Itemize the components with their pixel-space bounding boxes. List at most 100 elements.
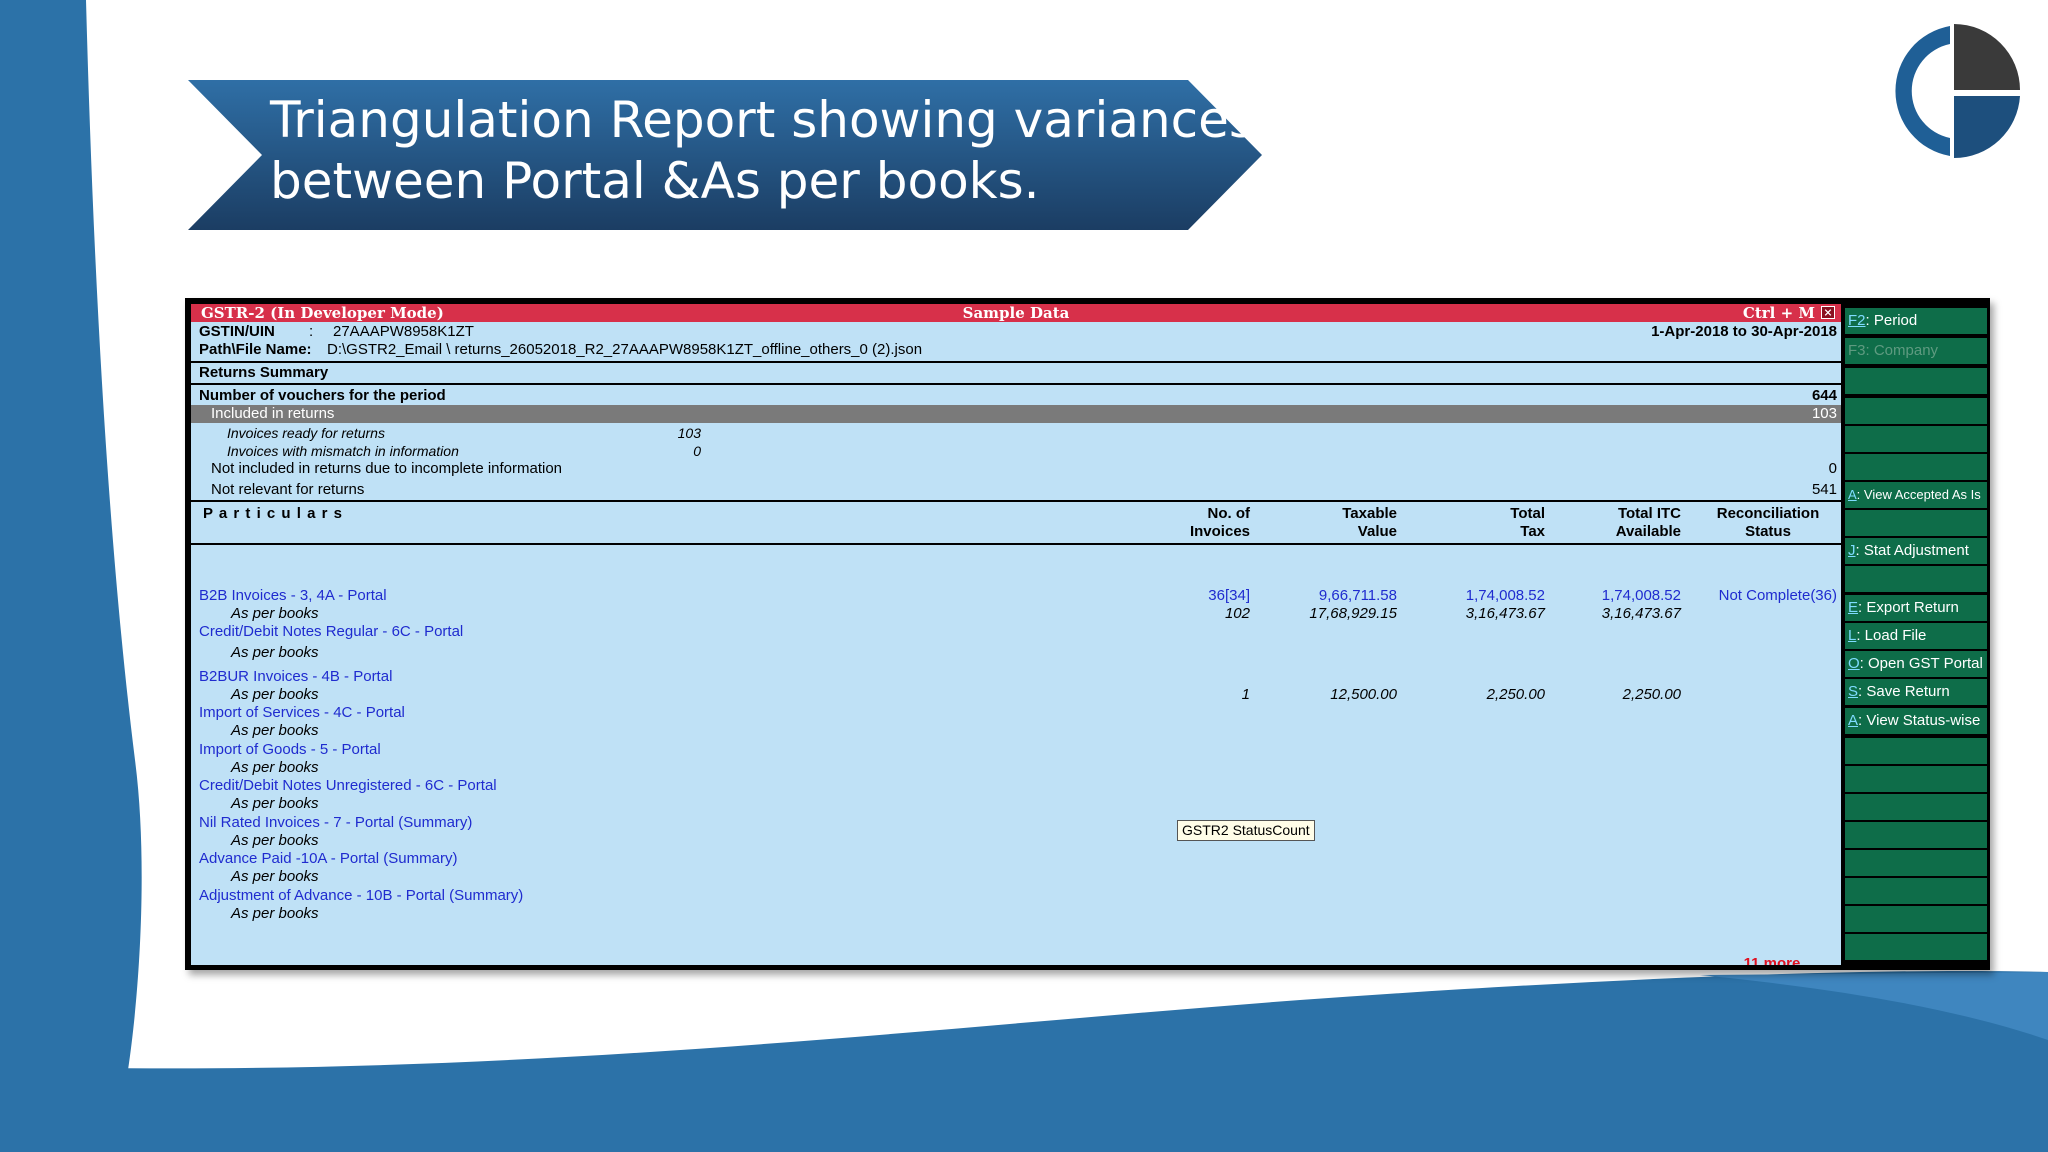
- load-file-button-label: : Load File: [1856, 627, 1927, 644]
- close-icon[interactable]: ×: [1821, 306, 1835, 319]
- vouchers-label[interactable]: Number of vouchers for the period: [199, 387, 446, 405]
- stat-adjustment-button-key: J: [1848, 542, 1856, 559]
- company-logo: [1895, 24, 2020, 158]
- empty-button: [1845, 934, 1987, 960]
- row-label[interactable]: As per books: [231, 644, 319, 662]
- view-accepted-button-key: A: [1848, 487, 1857, 502]
- report-panel: Sample Data GSTR-2 (In Developer Mode) C…: [191, 304, 1841, 965]
- load-file-button[interactable]: L: Load File: [1845, 623, 1987, 649]
- col-header-status: Reconciliation: [1716, 505, 1820, 522]
- view-accepted-button-label: : View Accepted As Is: [1856, 487, 1981, 502]
- cell-invoices: 1: [1241, 686, 1250, 703]
- slide-title-line-2: between Portal &As per books.: [270, 152, 1040, 210]
- row-label[interactable]: As per books: [231, 795, 319, 813]
- gstin-colon: :: [309, 323, 314, 340]
- empty-button: [1845, 850, 1987, 876]
- title-banner: Triangulation Report showing variances b…: [188, 80, 1262, 230]
- ready-value: 103: [677, 425, 701, 441]
- period-button-key: F2: [1848, 312, 1866, 329]
- cell-taxable: 17,68,929.15: [1309, 605, 1397, 622]
- company-button[interactable]: F3: Company: [1845, 338, 1987, 364]
- empty-button: [1845, 454, 1987, 480]
- cell-status: Not Complete(36): [1718, 587, 1837, 604]
- col-header-itc: Total ITC: [1617, 505, 1681, 522]
- empty-button: [1845, 794, 1987, 820]
- col-header-taxable: Taxable: [1342, 505, 1397, 522]
- empty-button: [1845, 738, 1987, 764]
- view-status-button[interactable]: A: View Status-wise: [1845, 708, 1987, 734]
- export-return-button-label: : Export Return: [1858, 599, 1959, 616]
- row-label[interactable]: As per books: [231, 759, 319, 777]
- not-relevant-value: 541: [1811, 481, 1837, 498]
- cell-invoices: 36[34]: [1208, 587, 1250, 604]
- company-button-label: : Company: [1865, 342, 1939, 359]
- window-titlebar: Sample Data GSTR-2 (In Developer Mode) C…: [191, 304, 1841, 322]
- row-label[interactable]: As per books: [231, 905, 319, 923]
- save-return-button-key: S: [1848, 683, 1859, 700]
- empty-button: [1845, 878, 1987, 904]
- row-label[interactable]: Credit/Debit Notes Regular - 6C - Portal: [199, 623, 463, 641]
- row-label[interactable]: Import of Services - 4C - Portal: [199, 704, 405, 722]
- divider: [191, 500, 1841, 502]
- mismatch-label[interactable]: Invoices with mismatch in information: [227, 442, 459, 460]
- row-label[interactable]: Credit/Debit Notes Unregistered - 6C - P…: [199, 777, 497, 795]
- row-label[interactable]: Import of Goods - 5 - Portal: [199, 741, 381, 759]
- empty-button: [1845, 906, 1987, 932]
- empty-button: [1845, 510, 1987, 536]
- row-label[interactable]: Adjustment of Advance - 10B - Portal (Su…: [199, 887, 523, 905]
- gstr2-report-window: Sample Data GSTR-2 (In Developer Mode) C…: [185, 298, 1990, 970]
- row-label[interactable]: B2B Invoices - 3, 4A - Portal: [199, 587, 387, 605]
- stat-adjustment-button-label: : Stat Adjustment: [1855, 542, 1969, 559]
- open-gst-portal-button[interactable]: O: Open GST Portal: [1845, 651, 1987, 677]
- export-return-button[interactable]: E: Export Return: [1845, 595, 1987, 621]
- cell-invoices: 102: [1224, 605, 1250, 622]
- mismatch-value: 0: [693, 443, 701, 459]
- view-status-button-key: A: [1848, 712, 1859, 729]
- open-gst-portal-button-label: : Open GST Portal: [1859, 655, 1983, 672]
- empty-button: [1845, 368, 1987, 394]
- path-label: Path\File Name:: [199, 341, 312, 358]
- not-included-label[interactable]: Not included in returns due to incomplet…: [211, 460, 562, 478]
- cell-itc: 1,74,008.52: [1601, 587, 1681, 604]
- selected-row-included[interactable]: Included in returns 103: [191, 405, 1841, 423]
- empty-button: [1845, 566, 1987, 592]
- window-title: GSTR-2 (In Developer Mode): [201, 304, 444, 322]
- period-button[interactable]: F2: Period: [1845, 308, 1987, 334]
- not-relevant-label[interactable]: Not relevant for returns: [211, 481, 364, 499]
- divider: [191, 543, 1841, 545]
- period-button-label: : Period: [1865, 312, 1918, 329]
- open-gst-portal-button-key: O: [1848, 655, 1860, 672]
- not-included-value: 0: [1828, 460, 1837, 477]
- more-rows-link[interactable]: 11 more ...: [1744, 955, 1817, 965]
- save-return-button[interactable]: S: Save Return: [1845, 679, 1987, 705]
- report-period[interactable]: 1-Apr-2018 to 30-Apr-2018: [1651, 323, 1837, 341]
- view-status-button-label: : View Status-wise: [1858, 712, 1981, 729]
- row-label[interactable]: As per books: [231, 868, 319, 886]
- col-header-particulars: P a r t i c u l a r s: [203, 505, 343, 522]
- col-header-tax: Tax: [1520, 523, 1545, 540]
- row-label[interactable]: As per books: [231, 686, 319, 704]
- row-label[interactable]: Advance Paid -10A - Portal (Summary): [199, 850, 457, 868]
- ready-label[interactable]: Invoices ready for returns: [227, 424, 385, 442]
- cell-taxable: 9,66,711.58: [1318, 587, 1397, 604]
- row-label[interactable]: As per books: [231, 605, 319, 623]
- empty-button: [1845, 822, 1987, 848]
- shortcut-label: Ctrl + M: [1742, 304, 1815, 322]
- gstin-label: GSTIN/UIN: [199, 323, 275, 340]
- returns-summary-heading: Returns Summary: [199, 364, 329, 381]
- empty-button: [1845, 398, 1987, 424]
- cell-taxable: 12,500.00: [1330, 686, 1397, 703]
- stat-adjustment-button[interactable]: J: Stat Adjustment: [1845, 538, 1987, 564]
- row-label[interactable]: B2BUR Invoices - 4B - Portal: [199, 668, 392, 686]
- divider: [191, 361, 1841, 363]
- col-header-invoices: Invoices: [1189, 523, 1250, 540]
- vouchers-value: 644: [1811, 387, 1837, 404]
- path-value: D:\GSTR2_Email \ returns_26052018_R2_27A…: [327, 341, 923, 358]
- row-label[interactable]: As per books: [231, 832, 319, 850]
- row-label[interactable]: As per books: [231, 722, 319, 740]
- empty-button: [1845, 426, 1987, 452]
- slide-title-line-1: Triangulation Report showing variances: [270, 91, 1255, 149]
- view-accepted-button[interactable]: A: View Accepted As Is: [1845, 482, 1987, 508]
- row-label[interactable]: Nil Rated Invoices - 7 - Portal (Summary…: [199, 814, 472, 832]
- cell-tax: 3,16,473.67: [1465, 605, 1545, 622]
